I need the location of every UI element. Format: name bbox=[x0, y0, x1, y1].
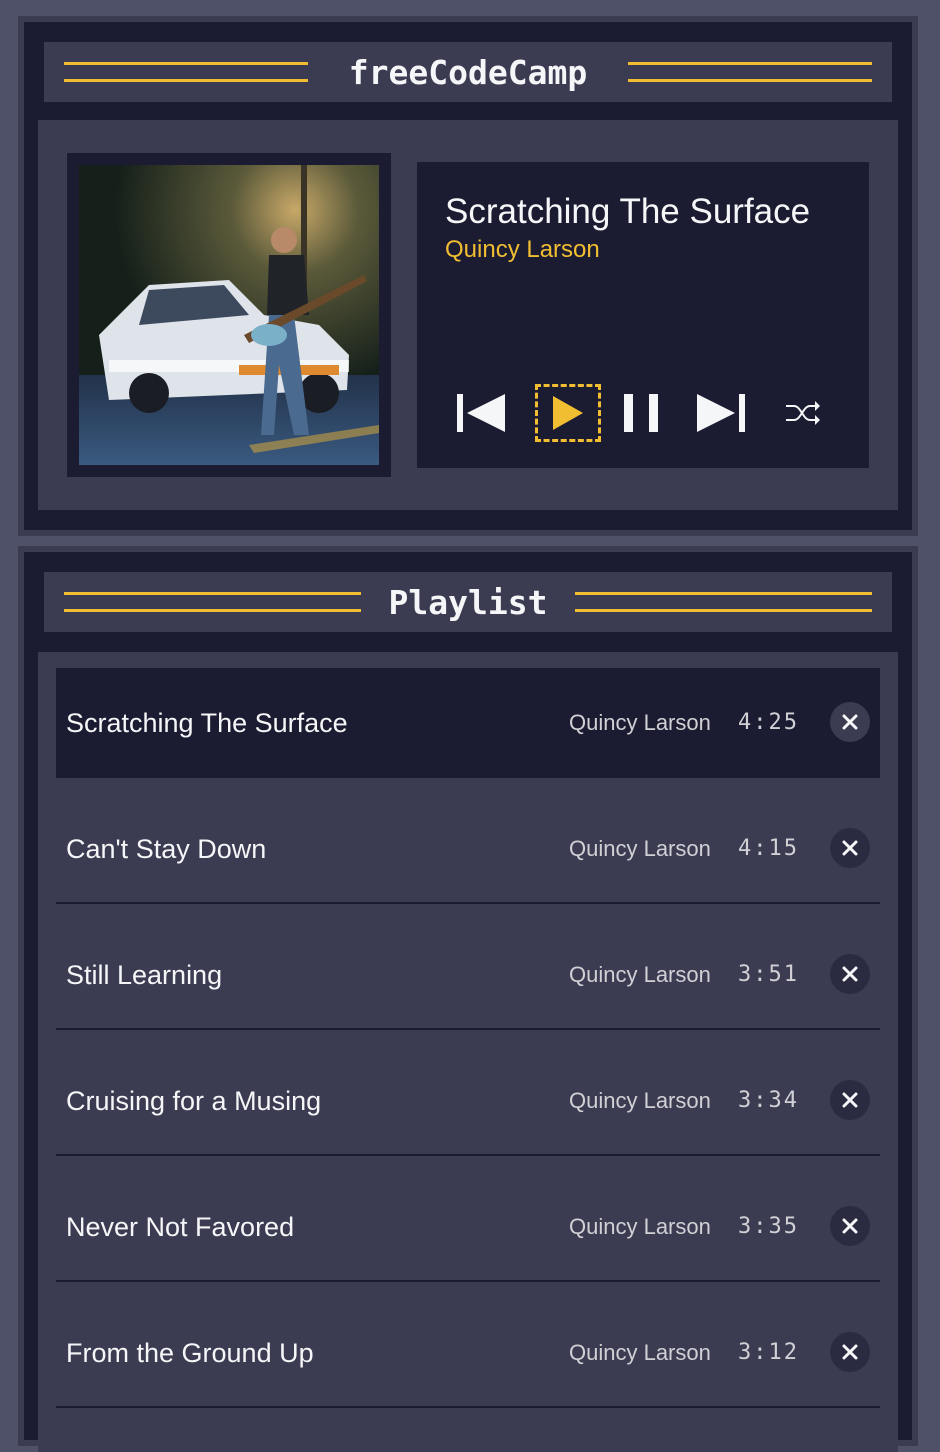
header-decoration-right bbox=[628, 62, 872, 82]
delete-track-button[interactable] bbox=[830, 1080, 870, 1120]
track-title: Cruising for a Musing bbox=[66, 1086, 322, 1116]
play-icon bbox=[553, 396, 583, 430]
skip-next-icon bbox=[697, 394, 745, 432]
delete-track-button[interactable] bbox=[830, 954, 870, 994]
pause-button[interactable] bbox=[621, 384, 661, 442]
track-duration: 4:25 bbox=[738, 710, 799, 735]
shuffle-button[interactable] bbox=[781, 384, 825, 442]
pause-icon bbox=[624, 394, 658, 432]
playlist-list: Scratching The Surface Quincy Larson 4:2… bbox=[38, 652, 898, 1452]
now-playing-info: Scratching The Surface Quincy Larson bbox=[417, 162, 869, 468]
shuffle-icon bbox=[786, 401, 820, 425]
track-duration: 4:15 bbox=[738, 836, 799, 861]
track-artist: Quincy Larson bbox=[569, 836, 711, 861]
player-title: freeCodeCamp bbox=[348, 52, 588, 92]
close-icon bbox=[842, 1344, 858, 1360]
track-artist: Quincy Larson bbox=[569, 1214, 711, 1239]
close-icon bbox=[842, 1218, 858, 1234]
track-title: Scratching The Surface bbox=[66, 708, 348, 738]
playlist-title: Playlist bbox=[388, 582, 548, 622]
delete-track-button[interactable] bbox=[830, 1332, 870, 1372]
playlist-row-3[interactable]: Still Learning Quincy Larson 3:51 bbox=[56, 920, 880, 1030]
track-artist: Quincy Larson bbox=[569, 962, 711, 987]
track-artist: Quincy Larson bbox=[569, 1088, 711, 1113]
playlist-row-6[interactable]: From the Ground Up Quincy Larson 3:12 bbox=[56, 1298, 880, 1408]
track-duration: 3:35 bbox=[738, 1214, 799, 1239]
header-decoration-right bbox=[575, 592, 872, 612]
track-duration: 3:12 bbox=[738, 1340, 799, 1365]
close-icon bbox=[842, 714, 858, 730]
track-title: Still Learning bbox=[66, 960, 223, 990]
next-button[interactable] bbox=[695, 384, 747, 442]
previous-button[interactable] bbox=[455, 384, 507, 442]
player-header: freeCodeCamp bbox=[44, 42, 892, 102]
track-duration: 3:51 bbox=[738, 962, 799, 987]
delete-track-button[interactable] bbox=[830, 828, 870, 868]
track-title: Can't Stay Down bbox=[66, 834, 267, 864]
track-title: Never Not Favored bbox=[66, 1212, 295, 1242]
close-icon bbox=[842, 1092, 858, 1108]
album-art-frame bbox=[67, 153, 391, 477]
playlist-row-4[interactable]: Cruising for a Musing Quincy Larson 3:34 bbox=[56, 1046, 880, 1156]
track-title: From the Ground Up bbox=[66, 1338, 314, 1368]
delete-track-button[interactable] bbox=[830, 702, 870, 742]
playlist-row-1[interactable]: Scratching The Surface Quincy Larson 4:2… bbox=[56, 668, 880, 778]
song-artist: Quincy Larson bbox=[445, 236, 600, 263]
track-artist: Quincy Larson bbox=[569, 710, 711, 735]
playlist-header: Playlist bbox=[44, 572, 892, 632]
playlist-row-5[interactable]: Never Not Favored Quincy Larson 3:35 bbox=[56, 1172, 880, 1282]
close-icon bbox=[842, 840, 858, 856]
player-controls bbox=[455, 384, 835, 442]
player-panel: freeCodeCamp Scratching The Surface Quin… bbox=[18, 16, 918, 536]
playlist-row-2[interactable]: Can't Stay Down Quincy Larson 4:15 bbox=[56, 794, 880, 904]
playlist-panel: Playlist Scratching The Surface Quincy L… bbox=[18, 546, 918, 1452]
track-artist: Quincy Larson bbox=[569, 1340, 711, 1365]
song-title: Scratching The Surface bbox=[445, 192, 811, 231]
play-button[interactable] bbox=[535, 384, 601, 442]
skip-previous-icon bbox=[457, 394, 505, 432]
header-decoration-left bbox=[64, 592, 361, 612]
delete-track-button[interactable] bbox=[830, 1206, 870, 1246]
track-duration: 3:34 bbox=[738, 1088, 799, 1113]
close-icon bbox=[842, 966, 858, 982]
album-art bbox=[79, 165, 379, 465]
header-decoration-left bbox=[64, 62, 308, 82]
player-content: Scratching The Surface Quincy Larson bbox=[38, 120, 898, 510]
